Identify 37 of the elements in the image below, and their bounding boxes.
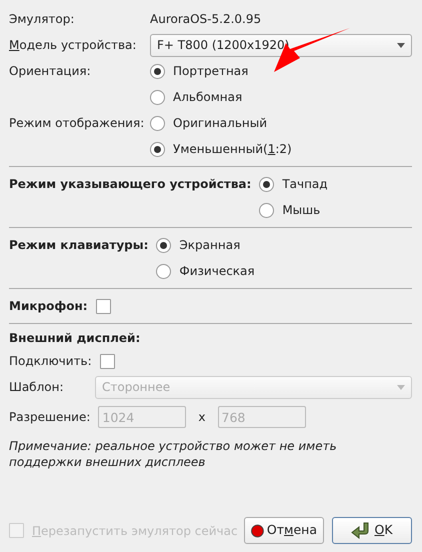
- return-arrow-icon: [351, 522, 372, 540]
- field-label: Режим отображения:: [9, 115, 146, 132]
- radio-label[interactable]: Тачпад: [282, 175, 328, 193]
- radio-button[interactable]: [259, 202, 274, 218]
- device-model-dropdown[interactable]: F+ T800 (1200x1920): [150, 34, 412, 56]
- section-label: Режим клавиатуры:: [9, 237, 150, 254]
- radio-button[interactable]: [150, 142, 165, 156]
- microphone-checkbox[interactable]: [96, 298, 111, 314]
- times-sign: x: [197, 409, 207, 426]
- radio-button[interactable]: [259, 176, 274, 192]
- radio-button[interactable]: [150, 90, 165, 104]
- field-label: Эмулятор:: [9, 11, 76, 28]
- field-label: Разрешение:: [9, 409, 90, 426]
- radio-label[interactable]: Экранная: [179, 236, 240, 254]
- field-label: Модель устройства:: [9, 37, 138, 54]
- radio-button[interactable]: [156, 238, 172, 252]
- radio-label[interactable]: Альбомная: [173, 88, 242, 106]
- radio-label[interactable]: Портретная: [173, 62, 248, 80]
- stop-icon: [251, 522, 264, 538]
- radio-label[interactable]: Уменьшенный(1:2): [173, 140, 292, 158]
- radio-label[interactable]: Физическая: [179, 262, 255, 280]
- radio-label[interactable]: Мышь: [282, 201, 320, 219]
- ok-button[interactable]: OK: [332, 517, 412, 544]
- radio-label[interactable]: Оригинальный: [173, 114, 268, 132]
- section-label: Микрофон:: [9, 298, 88, 315]
- field-label: Подключить:: [9, 353, 92, 370]
- section-label: Режим указывающего устройства:: [9, 176, 252, 193]
- note-text: Примечание: реальное устройство может не иметь поддержки внешних дисплеев: [9, 438, 338, 470]
- cancel-button[interactable]: Отмена: [244, 517, 324, 544]
- radio-button[interactable]: [156, 264, 172, 278]
- section-label: Внешний дисплей:: [9, 330, 140, 347]
- radio-button[interactable]: [150, 116, 165, 130]
- field-label: Шаблон:: [9, 379, 64, 396]
- radio-button[interactable]: [150, 64, 165, 78]
- emulator-version: AuroraOS-5.2.0.95: [150, 11, 262, 28]
- field-label: Ориентация:: [9, 63, 92, 80]
- connect-checkbox[interactable]: [100, 354, 115, 368]
